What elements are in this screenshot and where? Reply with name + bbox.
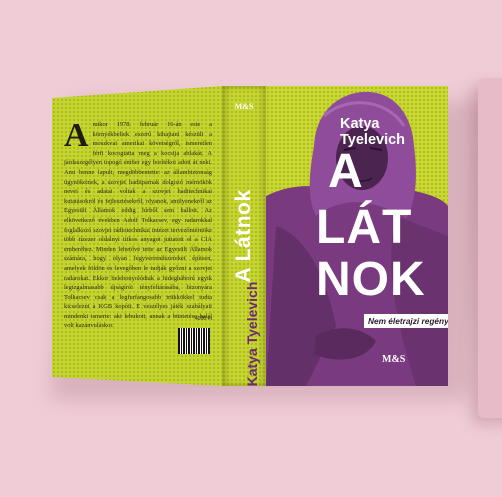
subtitle-label: Nem életrajzi regény [364,314,448,328]
blurb-dropcap: A [64,117,89,154]
adjacent-book-edge [478,78,502,418]
title-line-2: LÁT [316,201,413,254]
title-line-1: A [328,145,364,198]
spine-publisher: M&S [234,102,254,111]
barcode [176,326,212,356]
spine: M&S A Látnok Katya Tyelevich [222,86,266,386]
back-cover-blurb: A mikor 1978. február 16-án este a körny… [64,117,212,331]
book-jacket: A mikor 1978. február 16-án este a körny… [52,86,448,386]
title-line-3: NOK [316,253,426,306]
front-cover: Katya Tyelevich A LÁT NOK Nem életrajzi … [266,86,448,386]
spine-title: A Látnok [232,189,255,283]
author-first-name: Katya [340,116,380,132]
author-name: Katya Tyelevich [340,116,405,148]
price-label: 4000 Ft [195,316,212,322]
spine-author: Katya Tyelevich [244,281,260,387]
front-publisher-logo: M&S [382,354,406,365]
back-cover: A mikor 1978. február 16-án este a körny… [52,86,222,386]
